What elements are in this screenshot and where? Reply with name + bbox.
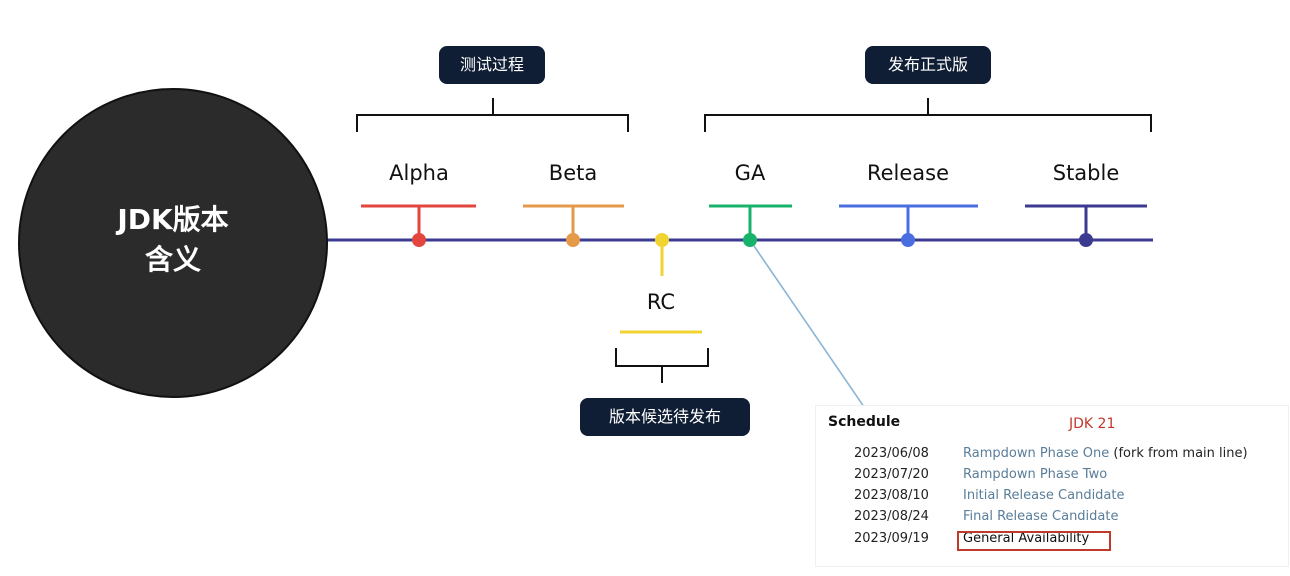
schedule-date: 2023/07/20 [854,467,929,482]
rc-bracket [615,348,709,383]
circle-line-1: JDK版本 [117,203,229,236]
stage-label-beta: Beta [548,161,598,185]
schedule-row: 2023/07/20 Rampdown Phase Two [816,467,1288,487]
schedule-event-label[interactable]: Rampdown Phase One [963,446,1109,461]
schedule-event-link[interactable]: Initial Release Candidate [963,488,1125,503]
stage-label-release: Release [866,161,950,185]
schedule-event-note: (fork from main line) [1113,446,1248,461]
testing-tag: 测试过程 [439,46,545,84]
schedule-date: 2023/08/10 [854,488,929,503]
testing-bracket [356,98,629,132]
stage-label-rc: RC [646,290,676,314]
schedule-date: 2023/08/24 [854,509,929,524]
schedule-event-link[interactable]: Rampdown Phase One (fork from main line) [963,446,1248,461]
ga-highlight-box [957,531,1111,551]
stage-label-ga: GA [734,161,766,185]
circle-line-2: 含义 [144,243,201,276]
release-tag: 发布正式版 [865,46,991,84]
rc-marker [620,233,702,334]
schedule-release-name: JDK 21 [1069,416,1116,432]
stage-label-stable: Stable [1052,161,1120,185]
schedule-row: 2023/06/08 Rampdown Phase One (fork from… [816,446,1288,466]
schedule-row: 2023/08/24 Final Release Candidate [816,509,1288,529]
jdk-circle-title: JDK版本 含义 [18,200,328,280]
stage-label-alpha: Alpha [389,161,449,185]
release-bracket [704,98,1152,132]
schedule-title: Schedule [828,414,901,430]
candidate-tag: 版本候选待发布 [580,398,750,436]
schedule-date: 2023/06/08 [854,446,929,461]
schedule-row: 2023/08/10 Initial Release Candidate [816,488,1288,508]
schedule-date: 2023/09/19 [854,531,929,546]
jdk21-schedule: Schedule JDK 21 2023/06/08 Rampdown Phas… [815,405,1289,567]
schedule-event-link[interactable]: Rampdown Phase Two [963,467,1107,482]
jdk-version-diagram: JDK版本 含义 测试过程 发布正式版 版本候选待发布 Alpha Beta R… [0,0,1290,576]
schedule-event-link[interactable]: Final Release Candidate [963,509,1118,524]
